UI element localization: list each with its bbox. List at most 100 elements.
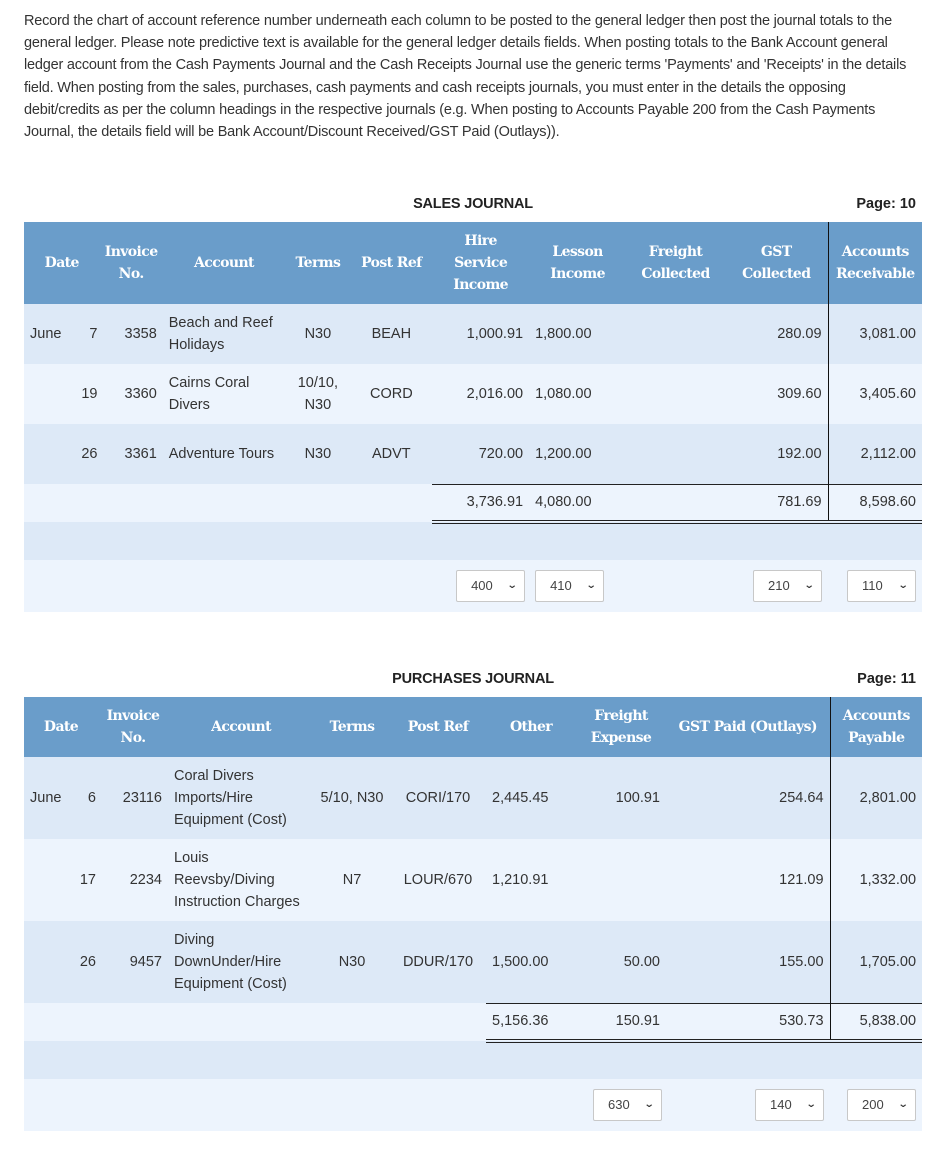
chevron-down-icon: ⌄ xyxy=(643,1099,655,1110)
col-header-freight-collected: Freight Collected xyxy=(626,222,725,304)
purchases-journal: PURCHASES JOURNAL Page: 11 Date Invoice … xyxy=(24,671,923,1131)
ref-select-ar[interactable]: 110 ⌄ xyxy=(847,570,916,602)
account-ref-row: 630 ⌄ 140 ⌄ 200 ⌄ xyxy=(24,1079,923,1131)
col-header-invoice: Invoice No. xyxy=(99,222,163,304)
row-lesson: 1,800.00 xyxy=(529,304,627,364)
ref-select-lesson[interactable]: 410 ⌄ xyxy=(535,570,605,602)
row-freight xyxy=(626,424,725,484)
row-terms: N30 xyxy=(314,921,390,1003)
col-header-hire-service-income: Hire Service Income xyxy=(432,222,530,304)
row-hire: 720.00 xyxy=(432,424,530,484)
col-header-other: Other xyxy=(486,697,576,757)
sales-journal-page: Page: 10 xyxy=(856,196,916,212)
row-account: Diving DownUnder/Hire Equipment (Cost) xyxy=(168,921,314,1003)
row-month xyxy=(24,839,74,921)
row-other: 1,210.91 xyxy=(486,839,576,921)
row-gst: 192.00 xyxy=(724,424,829,484)
row-lesson: 1,200.00 xyxy=(529,424,627,484)
col-header-gst-paid: GST Paid (Outlays) xyxy=(666,697,831,757)
row-freight: 100.91 xyxy=(576,757,666,839)
col-header-accounts-receivable: Accounts Receivable xyxy=(827,222,922,304)
chevron-down-icon: ⌄ xyxy=(805,1099,817,1110)
row-other: 2,445.45 xyxy=(486,757,576,839)
total-lesson: 4,080.00 xyxy=(529,483,627,524)
row-hire: 1,000.91 xyxy=(432,304,530,364)
row-day: 17 xyxy=(74,839,98,921)
row-post-ref: CORI/170 xyxy=(390,757,486,839)
col-header-post-ref: Post Ref xyxy=(390,697,486,757)
row-terms: N30 xyxy=(285,424,351,484)
col-header-post-ref: Post Ref xyxy=(350,222,433,304)
ref-select-hire[interactable]: 400 ⌄ xyxy=(456,570,526,602)
row-freight xyxy=(576,839,666,921)
total-freight xyxy=(626,483,725,524)
row-invoice: 2234 xyxy=(98,839,168,921)
row-hire: 2,016.00 xyxy=(432,364,530,424)
purchases-journal-page: Page: 11 xyxy=(857,671,916,687)
row-gst: 309.60 xyxy=(724,364,829,424)
row-gst: 254.64 xyxy=(666,757,831,839)
chevron-down-icon: ⌄ xyxy=(803,580,815,591)
row-invoice: 3360 xyxy=(99,364,163,424)
total-other: 5,156.36 xyxy=(486,1002,576,1043)
row-day: 6 xyxy=(74,757,98,839)
purchases-journal-title: PURCHASES JOURNAL xyxy=(392,671,554,687)
table-row: 26 3361 Adventure Tours N30 ADVT 720.00 … xyxy=(24,424,922,484)
row-month xyxy=(24,364,76,424)
sales-journal-title: SALES JOURNAL xyxy=(413,196,533,212)
row-invoice: 3358 xyxy=(99,304,163,364)
row-invoice: 23116 xyxy=(98,757,168,839)
sales-journal: SALES JOURNAL Page: 10 Date Invoice No. … xyxy=(24,196,922,612)
col-header-terms: Terms xyxy=(285,222,351,304)
total-hire: 3,736.91 xyxy=(432,483,530,524)
row-account: Adventure Tours xyxy=(162,424,286,484)
sales-header-row: Date Invoice No. Account Terms Post Ref … xyxy=(24,222,922,304)
ref-select-freight[interactable]: 630 ⌄ xyxy=(593,1089,662,1121)
purchases-header-row: Date Invoice No. Account Terms Post Ref … xyxy=(24,697,923,757)
col-header-accounts-payable: Accounts Payable xyxy=(829,697,923,757)
row-month: June xyxy=(24,757,74,839)
row-account: Coral Divers Imports/Hire Equipment (Cos… xyxy=(168,757,314,839)
purchases-journal-table: Date Invoice No. Account Terms Post Ref … xyxy=(24,697,923,1131)
chevron-down-icon: ⌄ xyxy=(506,580,518,591)
row-invoice: 9457 xyxy=(98,921,168,1003)
row-month xyxy=(24,424,76,484)
account-ref-row: 400 ⌄ 410 ⌄ 210 ⌄ 110 ⌄ xyxy=(24,560,922,612)
row-ap: 1,332.00 xyxy=(829,839,923,921)
chevron-down-icon: ⌄ xyxy=(585,580,597,591)
row-month xyxy=(24,921,74,1003)
row-gst: 155.00 xyxy=(666,921,831,1003)
row-account: Louis Reevsby/Diving Instruction Charges xyxy=(168,839,314,921)
row-ap: 2,801.00 xyxy=(829,757,923,839)
col-header-invoice: Invoice No. xyxy=(98,697,168,757)
blank-row xyxy=(24,522,922,560)
row-month: June xyxy=(24,304,76,364)
table-row: 26 9457 Diving DownUnder/Hire Equipment … xyxy=(24,921,923,1003)
col-header-terms: Terms xyxy=(314,697,390,757)
row-day: 7 xyxy=(75,304,100,364)
sales-journal-table: Date Invoice No. Account Terms Post Ref … xyxy=(24,222,922,612)
row-gst: 121.09 xyxy=(666,839,831,921)
totals-row: 3,736.91 4,080.00 781.69 8,598.60 xyxy=(24,483,922,524)
total-gst: 781.69 xyxy=(724,483,829,524)
row-post-ref: LOUR/670 xyxy=(390,839,486,921)
row-freight xyxy=(626,304,725,364)
row-ap: 1,705.00 xyxy=(829,921,923,1003)
ref-select-gst[interactable]: 140 ⌄ xyxy=(755,1089,825,1121)
ref-select-gst[interactable]: 210 ⌄ xyxy=(753,570,823,602)
row-post-ref: ADVT xyxy=(350,424,433,484)
row-ar: 3,081.00 xyxy=(827,304,922,364)
total-ap: 5,838.00 xyxy=(829,1002,923,1043)
total-gst: 530.73 xyxy=(666,1002,831,1043)
chevron-down-icon: ⌄ xyxy=(897,1099,909,1110)
row-lesson: 1,080.00 xyxy=(529,364,627,424)
table-row: 17 2234 Louis Reevsby/Diving Instruction… xyxy=(24,839,923,921)
row-terms: N30 xyxy=(285,304,351,364)
table-row: June 6 23116 Coral Divers Imports/Hire E… xyxy=(24,757,923,839)
ref-select-ap[interactable]: 200 ⌄ xyxy=(847,1089,917,1121)
row-gst: 280.09 xyxy=(724,304,829,364)
blank-row xyxy=(24,1041,923,1079)
total-ar: 8,598.60 xyxy=(827,483,922,524)
row-terms: N7 xyxy=(314,839,390,921)
chevron-down-icon: ⌄ xyxy=(897,580,909,591)
